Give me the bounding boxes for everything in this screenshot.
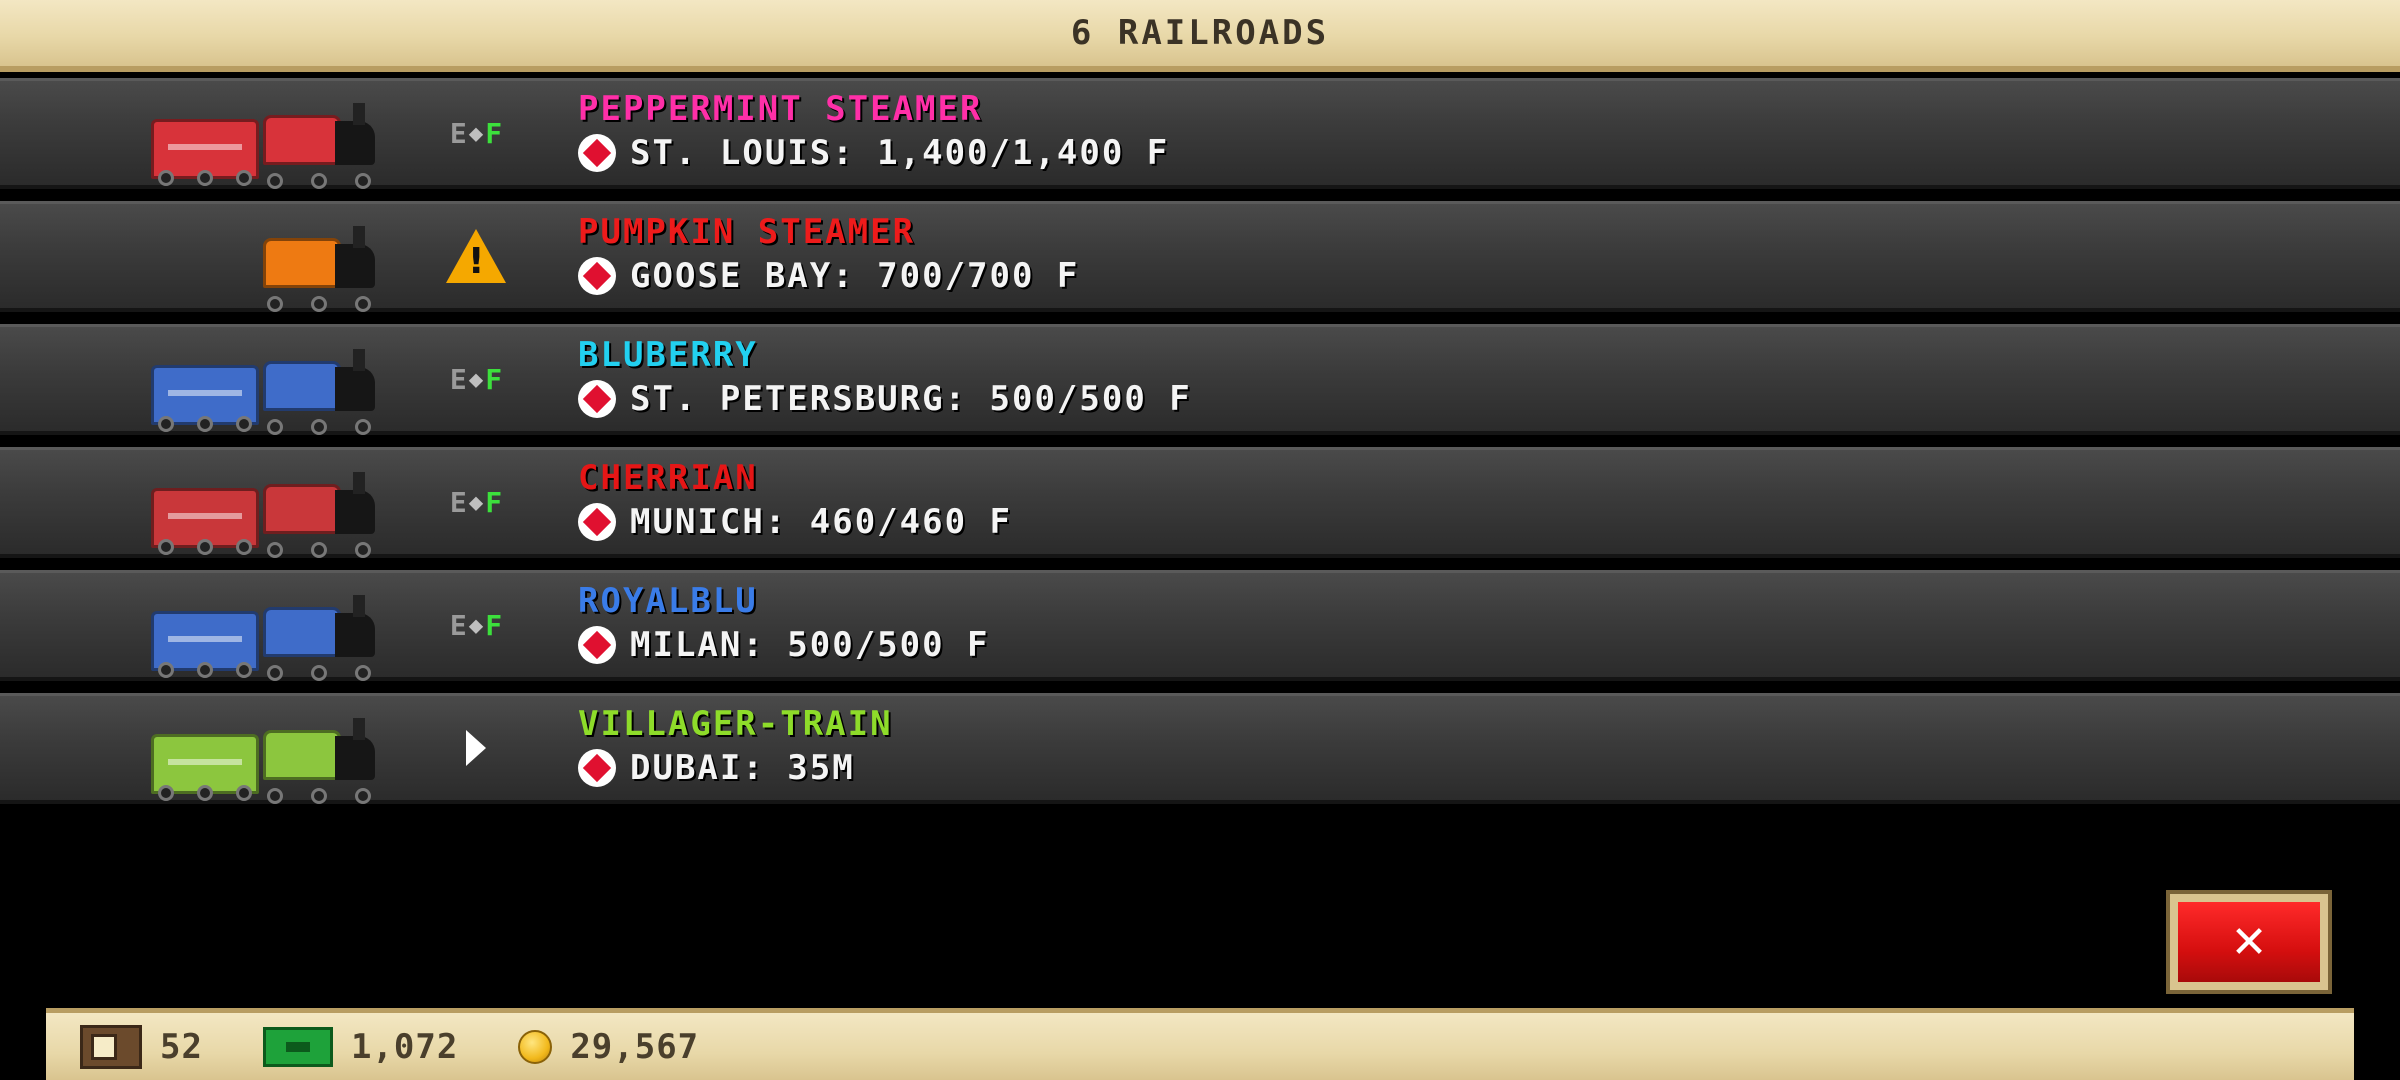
railroad-row[interactable]: E ◆ F ROYALBLU MILAN: 500/500 F: [0, 570, 2400, 681]
page-title: 6 RAILROADS: [1070, 13, 1330, 53]
locomotive: [263, 226, 375, 312]
crate-icon: [80, 1024, 142, 1069]
status-slot: E ◆ F: [440, 472, 512, 532]
crates-count: 52: [160, 1026, 203, 1067]
destination-text: MILAN: 500/500 F: [630, 625, 990, 665]
header-bar: 6 RAILROADS: [0, 0, 2400, 72]
fuel-gauge-icon: E ◆ F: [449, 608, 503, 642]
railroad-row[interactable]: E ◆ F PEPPERMINT STEAMER ST. LOUIS: 1,400/…: [0, 78, 2400, 189]
cash-icon: [262, 1026, 333, 1067]
locomotive: [263, 595, 375, 681]
coin-icon: [518, 1029, 553, 1064]
destination-text: ST. PETERSBURG: 500/500 F: [630, 379, 1192, 419]
cash-stat[interactable]: 1,072: [262, 1026, 459, 1067]
destination-text: GOOSE BAY: 700/700 F: [630, 256, 1080, 296]
destination-line: ST. LOUIS: 1,400/1,400 F: [578, 133, 1169, 173]
locomotive: [263, 349, 375, 435]
play-icon: [466, 730, 486, 766]
railroad-name: ROYALBLU: [578, 581, 758, 621]
cash-count: 1,072: [350, 1026, 459, 1067]
destination-text: ST. LOUIS: 1,400/1,400 F: [630, 133, 1170, 173]
map-pin-icon: [578, 503, 616, 541]
train-icon: [263, 214, 375, 312]
resource-bar: 52 1,072 29,567: [46, 1008, 2354, 1080]
tender-car: [151, 365, 259, 432]
fuel-gauge-icon: E ◆ F: [449, 116, 503, 150]
crates-stat[interactable]: 52: [80, 1024, 203, 1069]
train-icon: [151, 91, 375, 189]
railroad-info: VILLAGER-TRAIN DUBAI: 35M: [578, 704, 893, 788]
destination-line: ST. PETERSBURG: 500/500 F: [578, 379, 1192, 419]
tender-car: [151, 611, 259, 678]
status-slot: E ◆ F: [440, 595, 512, 655]
railroad-info: ROYALBLU MILAN: 500/500 F: [578, 581, 990, 665]
railroad-name: PUMPKIN STEAMER: [578, 212, 916, 252]
status-slot: E ◆ F: [440, 103, 512, 163]
tender-car: [151, 734, 259, 801]
map-pin-icon: [578, 380, 616, 418]
map-pin-icon: [578, 257, 616, 295]
map-pin-icon: [578, 749, 616, 787]
railroad-row[interactable]: PUMPKIN STEAMER GOOSE BAY: 700/700 F: [0, 201, 2400, 312]
destination-line: GOOSE BAY: 700/700 F: [578, 256, 1079, 296]
destination-text: MUNICH: 460/460 F: [630, 502, 1012, 542]
close-icon: ✕: [2178, 902, 2320, 982]
railroad-name: CHERRIAN: [578, 458, 758, 498]
railroad-name: PEPPERMINT STEAMER: [578, 89, 983, 129]
railroad-info: PEPPERMINT STEAMER ST. LOUIS: 1,400/1,40…: [578, 89, 1169, 173]
locomotive: [263, 472, 375, 558]
train-icon: [151, 706, 375, 804]
railroad-info: CHERRIAN MUNICH: 460/460 F: [578, 458, 1012, 542]
status-slot: [440, 718, 512, 778]
tender-car: [151, 119, 259, 186]
destination-line: MUNICH: 460/460 F: [578, 502, 1012, 542]
railroad-list: E ◆ F PEPPERMINT STEAMER ST. LOUIS: 1,400/…: [0, 78, 2400, 816]
map-pin-icon: [578, 626, 616, 664]
fuel-gauge-icon: E ◆ F: [449, 362, 503, 396]
coins-count: 29,567: [570, 1026, 700, 1067]
railroad-info: PUMPKIN STEAMER GOOSE BAY: 700/700 F: [578, 212, 1079, 296]
destination-line: MILAN: 500/500 F: [578, 625, 990, 665]
close-button[interactable]: ✕: [2166, 890, 2332, 994]
warning-icon: [446, 229, 506, 283]
coins-stat[interactable]: 29,567: [518, 1027, 699, 1067]
train-icon: [151, 460, 375, 558]
railroad-row[interactable]: E ◆ F CHERRIAN MUNICH: 460/460 F: [0, 447, 2400, 558]
status-slot: E ◆ F: [440, 349, 512, 409]
destination-text: DUBAI: 35M: [630, 748, 855, 788]
train-icon: [151, 337, 375, 435]
destination-line: DUBAI: 35M: [578, 748, 893, 788]
train-icon: [151, 583, 375, 681]
tender-car: [151, 488, 259, 555]
railroad-row[interactable]: E ◆ F BLUBERRY ST. PETERSBURG: 500/500 F: [0, 324, 2400, 435]
railroad-row[interactable]: VILLAGER-TRAIN DUBAI: 35M: [0, 693, 2400, 804]
map-pin-icon: [578, 134, 616, 172]
railroad-info: BLUBERRY ST. PETERSBURG: 500/500 F: [578, 335, 1192, 419]
status-slot: [440, 226, 512, 286]
railroad-name: BLUBERRY: [578, 335, 758, 375]
railroad-name: VILLAGER-TRAIN: [578, 704, 893, 744]
locomotive: [263, 718, 375, 804]
fuel-gauge-icon: E ◆ F: [449, 485, 503, 519]
railroads-screen: 6 RAILROADS E ◆ F PEPPERMINT STEAMER ST. L…: [0, 0, 2400, 1080]
locomotive: [263, 103, 375, 189]
